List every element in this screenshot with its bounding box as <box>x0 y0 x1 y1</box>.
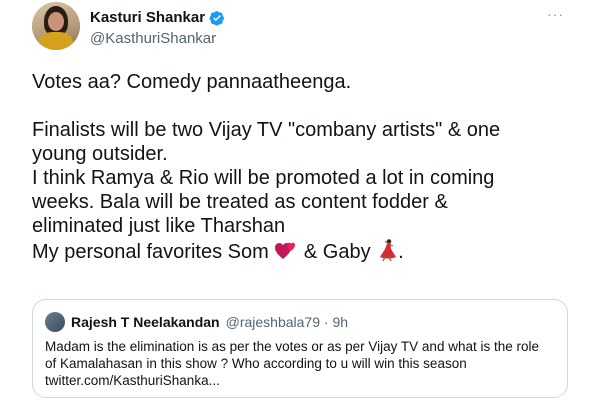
author-handle[interactable]: @KasthuriShankar <box>90 30 216 47</box>
tweet-text-segment: . <box>398 241 404 263</box>
quoted-author-avatar[interactable] <box>45 312 65 332</box>
tweet: Kasturi Shankar @KasthuriShankar ··· Vot… <box>0 0 600 400</box>
tweet-text: Votes aa? Comedy pannaatheenga. Finalist… <box>32 70 580 264</box>
tweet-text-segment: My personal favorites Som <box>32 241 275 263</box>
quoted-tweet-link[interactable]: twitter.com/KasthuriShanka... <box>45 372 557 389</box>
author-name[interactable]: Kasturi Shankar <box>90 9 205 26</box>
quoted-tweet-text: Madam is the elimination is as per the v… <box>45 338 557 389</box>
tweet-line: eliminated just like Tharshan <box>32 215 286 237</box>
tweet-text-segment: & Gaby <box>298 241 377 263</box>
quoted-author-meta: @rajeshbala79 · 9h <box>225 314 349 330</box>
dancer-icon <box>380 239 397 262</box>
tweet-line: I think Ramya & Rio will be promoted a l… <box>32 167 495 189</box>
quoted-author-name[interactable]: Rajesh T Neelakandan <box>71 314 220 330</box>
tweet-line: weeks. Bala will be treated as content f… <box>32 191 448 213</box>
two-hearts-icon <box>275 242 296 259</box>
tweet-line: Finalists will be two Vijay TV "combany … <box>32 119 501 141</box>
author-name-row[interactable]: Kasturi Shankar <box>90 9 225 26</box>
quoted-tweet-header: Rajesh T Neelakandan @rajeshbala79 · 9h <box>45 312 348 332</box>
quoted-tweet-line: of Kamalahasan in this show ? Who accord… <box>45 356 467 371</box>
quoted-tweet-line: Madam is the elimination is as per the v… <box>45 339 539 354</box>
tweet-line: young outsider. <box>32 143 168 165</box>
tweet-line-favorites: My personal favorites Som & Gaby . <box>32 238 580 264</box>
author-avatar[interactable] <box>32 2 80 50</box>
more-options-icon[interactable]: ··· <box>547 6 564 22</box>
verified-badge-icon <box>209 10 225 26</box>
tweet-line: Votes aa? Comedy pannaatheenga. <box>32 71 352 93</box>
quoted-tweet[interactable]: Rajesh T Neelakandan @rajeshbala79 · 9h … <box>32 299 568 398</box>
